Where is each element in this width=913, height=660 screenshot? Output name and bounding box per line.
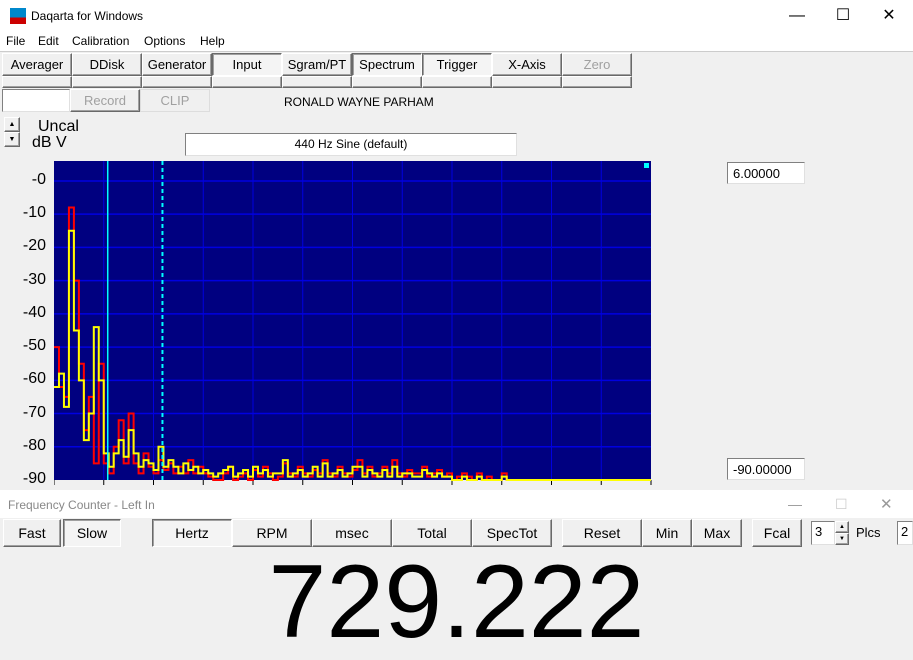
frequency-counter-title: Frequency Counter - Left In [8,498,155,512]
extra-field[interactable]: 2 [897,521,913,545]
places-label: Plcs [856,525,881,540]
user-name: RONALD WAYNE PARHAM [284,95,434,109]
menu-file[interactable]: File [6,34,25,48]
unit-label: dB V [32,134,67,151]
spectrum-plot[interactable] [54,161,652,486]
toolbar-status-slot [562,76,632,88]
fc-slow-button[interactable]: Slow [63,519,121,547]
menu-options[interactable]: Options [144,34,185,48]
toolbar-sgram-pt-button[interactable]: Sgram/PT [282,53,352,76]
menu-bar [0,32,913,52]
menu-edit[interactable]: Edit [38,34,59,48]
minimize-button[interactable]: — [774,4,820,28]
toolbar-status-slot [422,76,492,88]
y-tick-label: -60 [22,370,46,388]
fc-fcal-button[interactable]: Fcal [752,519,802,547]
frequency-value: 729.222 [268,544,645,660]
toolbar-status-slot [492,76,562,88]
status-field [2,89,70,112]
close-button[interactable]: ✕ [866,4,912,28]
toolbar-spectrum-button[interactable]: Spectrum [352,53,422,76]
scale-up-button[interactable]: ▲ [4,117,20,132]
fc-close-button[interactable]: ✕ [880,495,893,513]
fc-reset-button[interactable]: Reset [562,519,642,547]
places-field[interactable]: 3 [811,521,835,545]
toolbar-status-slot [142,76,212,88]
toolbar-zero-button[interactable]: Zero [562,53,632,76]
app-logo-icon [10,8,26,24]
toolbar-status-slot [2,76,72,88]
y-tick-label: -20 [22,237,46,255]
menu-help[interactable]: Help [200,34,225,48]
fc-min-button[interactable]: Min [642,519,692,547]
toolbar-ddisk-button[interactable]: DDisk [72,53,142,76]
menu-calibration[interactable]: Calibration [72,34,129,48]
toolbar-x-axis-button[interactable]: X-Axis [492,53,562,76]
y-tick-label: -90 [22,470,46,487]
clip-indicator: CLIP [140,89,210,112]
y-tick-label: -80 [22,436,46,454]
top-scale-readout[interactable]: 6.00000 [727,162,805,184]
fc-minimize-button[interactable]: — [788,496,802,512]
y-tick-label: -30 [22,270,46,288]
fc-fast-button[interactable]: Fast [3,519,61,547]
corner-marker [644,163,649,168]
y-tick-label: -70 [22,403,46,421]
window-title: Daqarta for Windows [31,9,144,23]
y-tick-label: -40 [22,303,46,321]
fc-msec-button[interactable]: msec [312,519,392,547]
toolbar-input-button[interactable]: Input [212,53,282,76]
places-down-button[interactable]: ▼ [835,533,849,545]
fc-spectot-button[interactable]: SpecTot [472,519,552,547]
y-tick-label: -50 [22,337,46,355]
toolbar-status-slot [352,76,422,88]
toolbar-status-slot [282,76,352,88]
record-button[interactable]: Record [70,89,140,112]
places-up-button[interactable]: ▲ [835,521,849,533]
fc-rpm-button[interactable]: RPM [232,519,312,547]
generator-field[interactable]: 440 Hz Sine (default) [185,133,517,156]
toolbar-averager-button[interactable]: Averager [2,53,72,76]
y-tick-label: -10 [22,204,46,222]
toolbar-status-slot [72,76,142,88]
fc-hertz-button[interactable]: Hertz [152,519,232,547]
maximize-button[interactable]: ☐ [820,4,866,28]
fc-max-button[interactable]: Max [692,519,742,547]
toolbar-trigger-button[interactable]: Trigger [422,53,492,76]
fc-maximize-button: ☐ [835,496,848,512]
toolbar-status-slot [212,76,282,88]
toolbar-generator-button[interactable]: Generator [142,53,212,76]
bottom-scale-readout[interactable]: -90.00000 [727,458,805,480]
y-tick-label: -0 [31,170,46,188]
fc-total-button[interactable]: Total [392,519,472,547]
scale-down-button[interactable]: ▼ [4,132,20,147]
